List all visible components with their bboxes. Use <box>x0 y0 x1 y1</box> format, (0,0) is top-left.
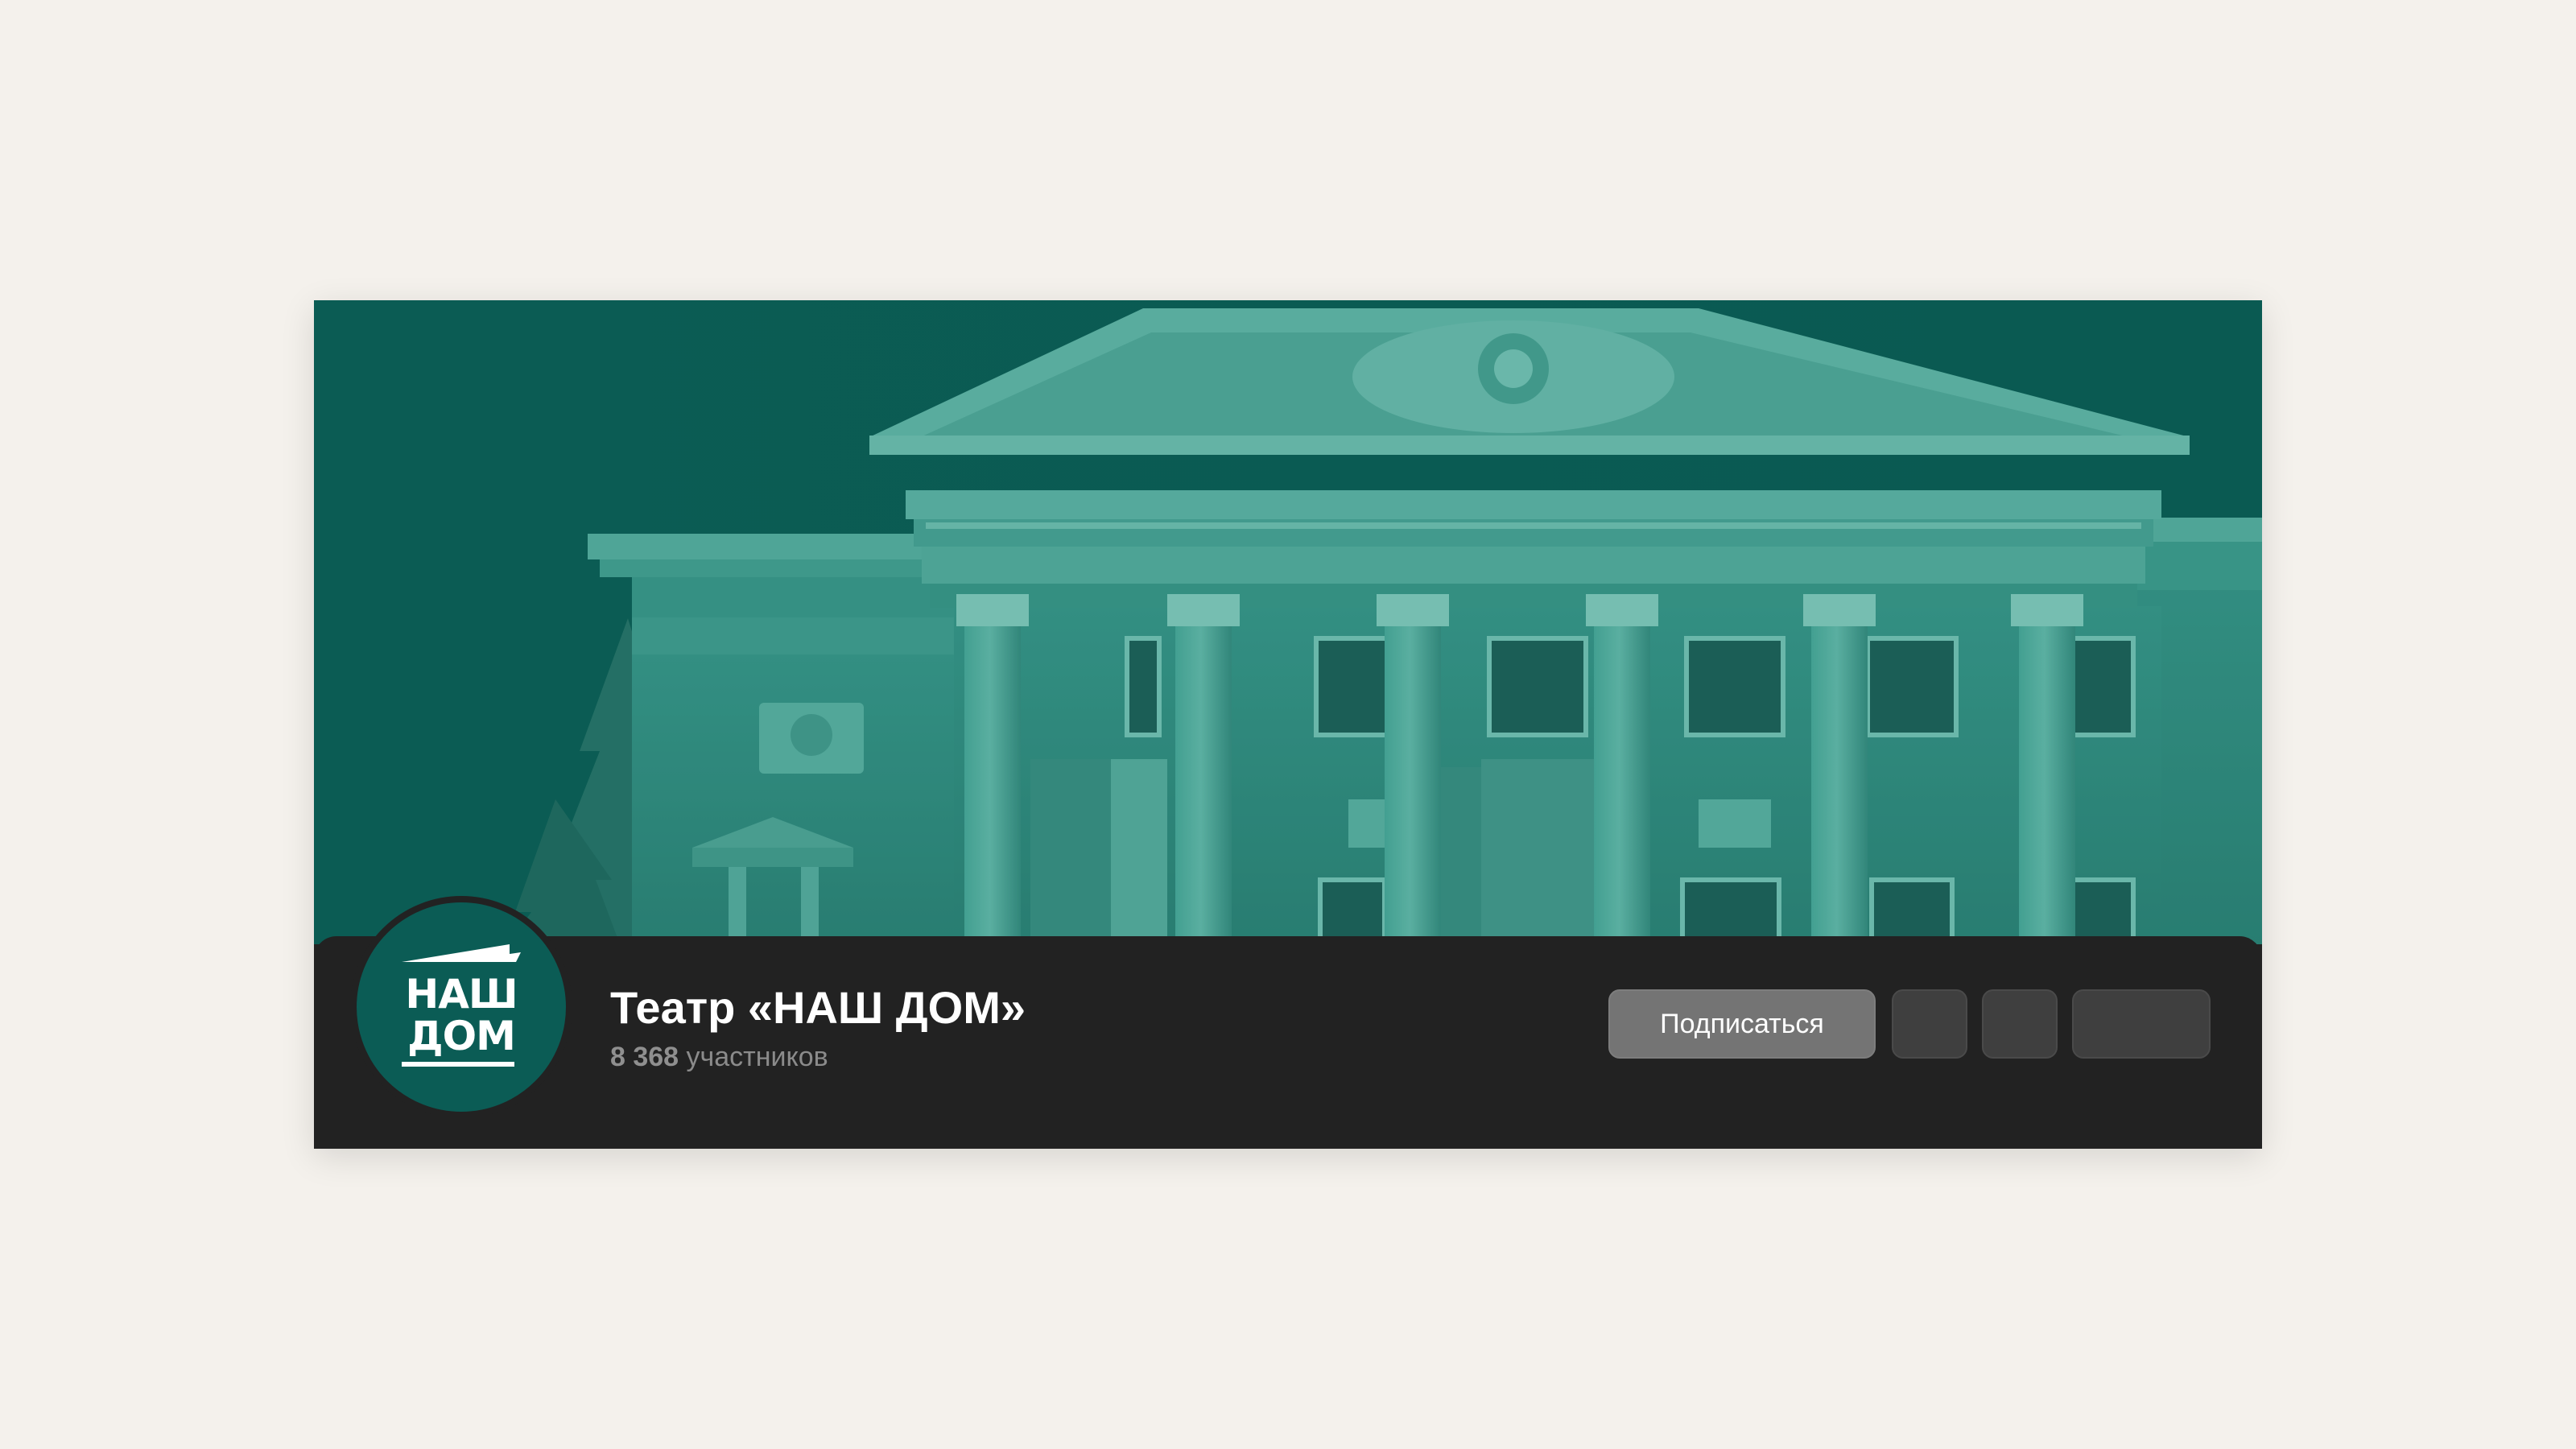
community-header-card: НАШ ДОМ Театр «НАШ ДОМ» 8 368 участников… <box>314 300 2262 1149</box>
theatre-building-illustration <box>314 300 2262 944</box>
community-title: Театр «НАШ ДОМ» <box>610 982 1026 1033</box>
members-label: участников <box>686 1042 828 1072</box>
community-info-bar <box>314 936 2262 1149</box>
members-count: 8 368 <box>610 1042 679 1072</box>
community-avatar[interactable]: НАШ ДОМ <box>350 896 572 1118</box>
action-button-1[interactable] <box>1892 989 1967 1059</box>
avatar-logo-text: НАШ ДОМ <box>357 973 566 1057</box>
avatar-logo-line1: НАШ <box>405 971 518 1018</box>
action-button-2[interactable] <box>1982 989 2058 1059</box>
avatar-logo-line2: ДОМ <box>407 1013 516 1059</box>
action-button-3[interactable] <box>2072 989 2211 1059</box>
cover-image <box>314 300 2262 944</box>
subscribe-button[interactable]: Подписаться <box>1608 989 1876 1059</box>
members-info: 8 368 участников <box>610 1042 828 1073</box>
